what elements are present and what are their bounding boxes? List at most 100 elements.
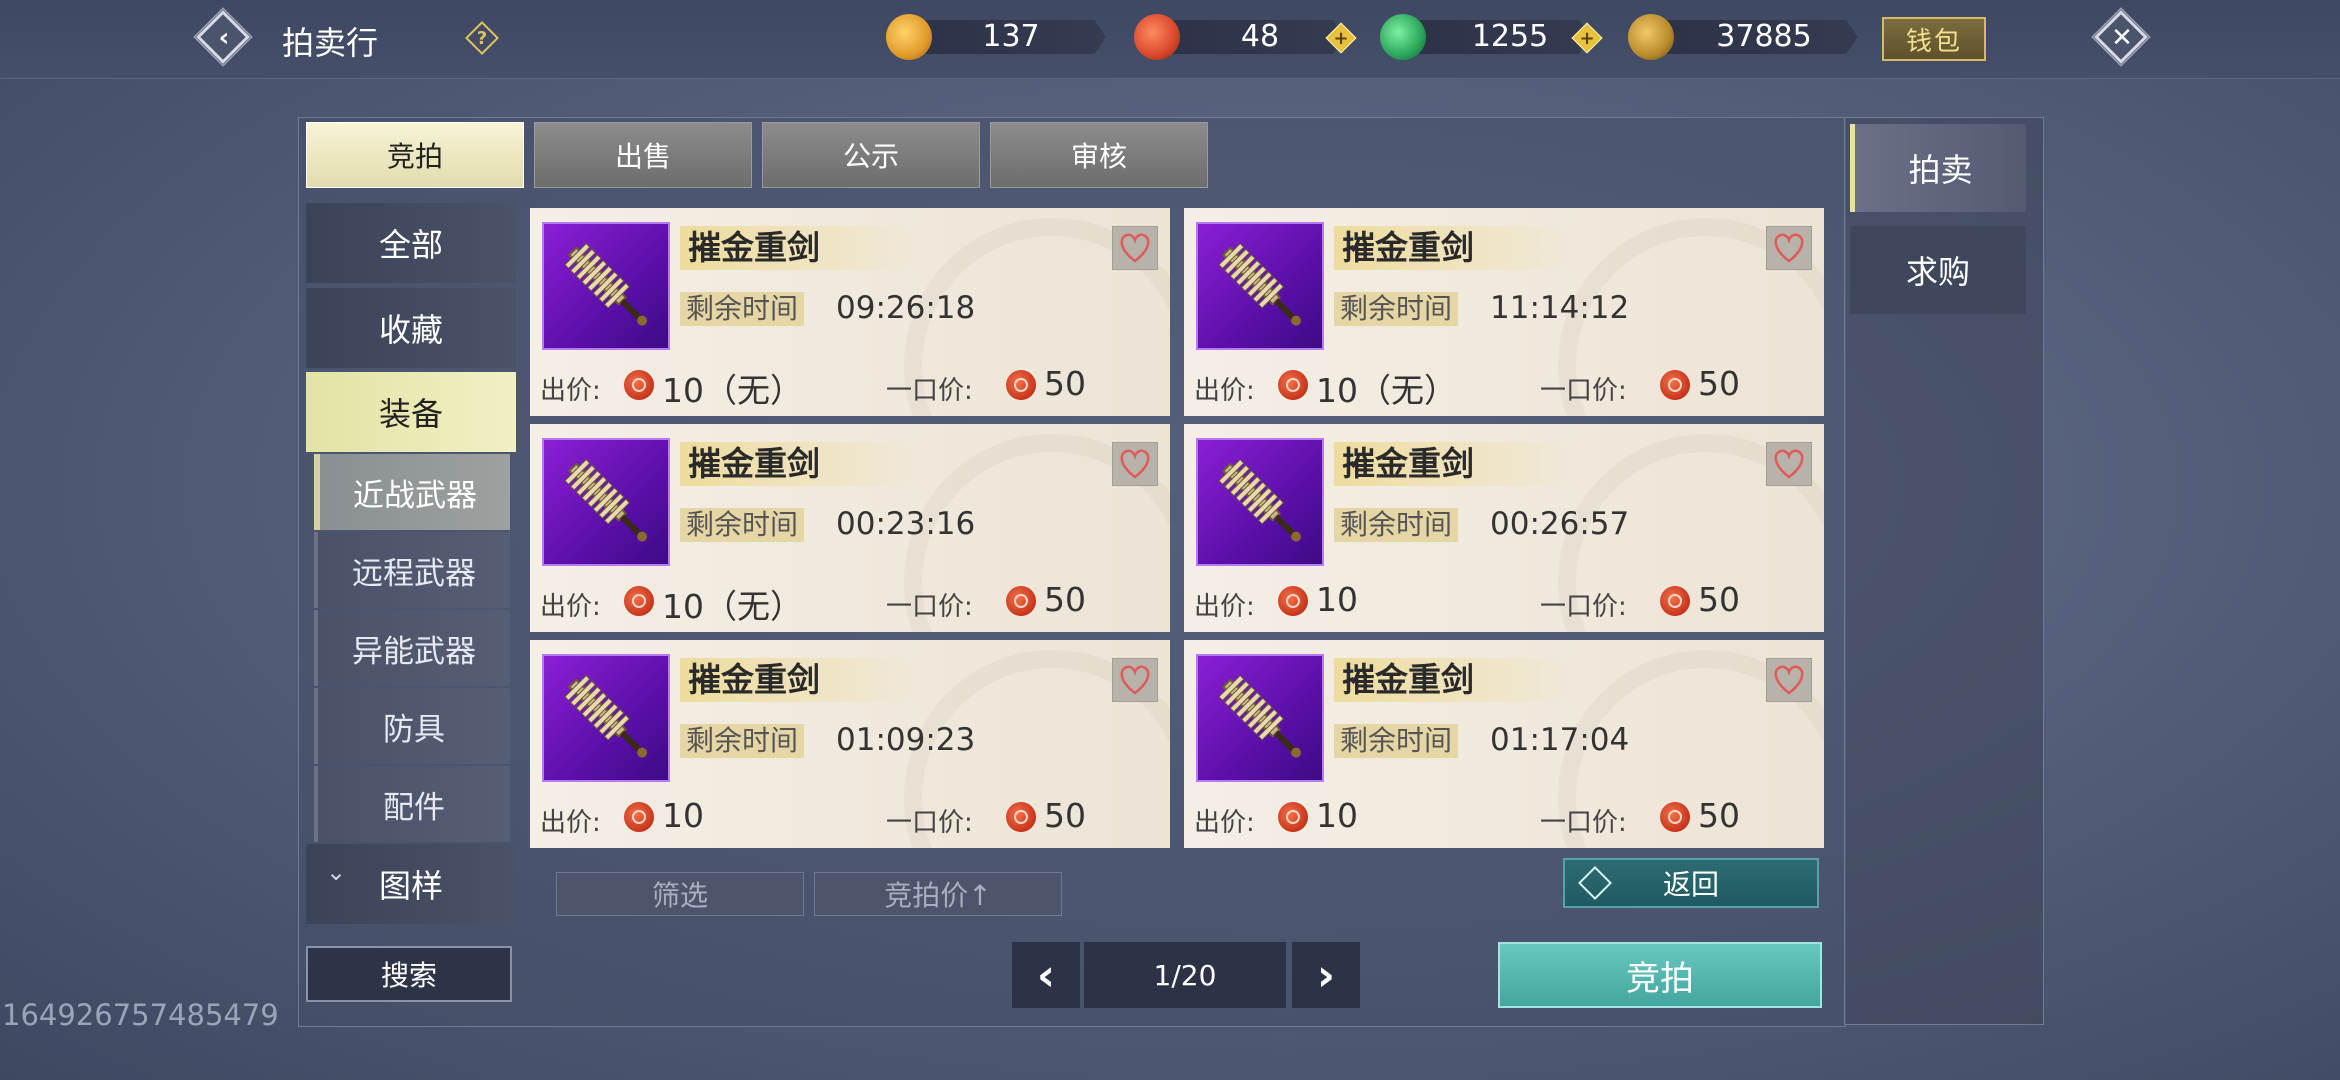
item-card[interactable]: 摧金重剑 剩余时间 00:26:57 出价: 10 一口价: 50 [1184, 424, 1824, 632]
favorite-heart-icon[interactable] [1112, 658, 1158, 702]
red-coin-icon [1660, 802, 1690, 832]
time-remaining-label: 剩余时间 [680, 724, 805, 758]
currency-jade: 1255 + [1380, 14, 1612, 60]
subcategory-ranged[interactable]: 远程武器 [314, 532, 510, 608]
return-button[interactable]: 返回 [1563, 858, 1819, 908]
bid-price-label: 出价: [1194, 808, 1255, 838]
favorite-heart-icon[interactable] [1112, 226, 1158, 270]
item-card[interactable]: 摧金重剑 剩余时间 01:09:23 出价: 10 一口价: 50 [530, 640, 1170, 848]
subcategory-armor[interactable]: 防具 [314, 688, 510, 764]
buyout-price-value: 50 [1698, 796, 1740, 835]
bid-price-value: 10 [1316, 796, 1358, 835]
time-remaining-label: 剩余时间 [1334, 724, 1459, 758]
time-remaining-value: 00:23:16 [836, 506, 976, 542]
tab-sell[interactable]: 出售 [534, 122, 752, 188]
red-coin-icon [1006, 802, 1036, 832]
sort-bid-price-button[interactable]: 竞拍价↑ [814, 872, 1062, 916]
red-coin-icon [1278, 586, 1308, 616]
item-name: 摧金重剑 [1334, 658, 1574, 702]
copper-coin-icon [1628, 14, 1674, 60]
buyout-price-value: 50 [1044, 364, 1086, 403]
currency-copper-value: 37885 [1716, 19, 1812, 54]
wallet-button[interactable]: 钱包 [1882, 17, 1986, 61]
red-coin-icon [1278, 802, 1308, 832]
time-remaining-value: 01:17:04 [1490, 722, 1630, 758]
red-coin-icon [1660, 586, 1690, 616]
search-button[interactable]: 搜索 [306, 946, 512, 1002]
chevron-down-icon: ⌄ [326, 858, 347, 886]
bid-price-label: 出价: [1194, 592, 1255, 622]
item-card[interactable]: 摧金重剑 剩余时间 00:23:16 出价: 10（无） 一口价: 50 [530, 424, 1170, 632]
buyout-price-label: 一口价: [886, 376, 973, 406]
currency-red: 48 + [1134, 14, 1364, 60]
item-icon [1196, 438, 1324, 566]
buyout-price-value: 50 [1698, 364, 1740, 403]
currency-gold: 137 [886, 14, 1106, 60]
prev-page-button[interactable]: ‹ [1012, 942, 1080, 1008]
favorite-heart-icon[interactable] [1112, 442, 1158, 486]
return-label: 返回 [1662, 868, 1719, 901]
time-remaining-label: 剩余时间 [1334, 508, 1459, 542]
item-icon [542, 438, 670, 566]
top-bar: ‹ 拍卖行 ? 137 48 + 1255 + 37885 钱包 ✕ [0, 0, 2340, 79]
subcategory-psionic[interactable]: 异能武器 [314, 610, 510, 686]
bid-price-label: 出价: [540, 808, 601, 838]
back-icon[interactable]: ‹ [193, 7, 253, 67]
category-patterns[interactable]: ⌄ 图样 [306, 844, 516, 924]
time-remaining-value: 01:09:23 [836, 722, 976, 758]
currency-copper: 37885 [1628, 14, 1858, 60]
item-name: 摧金重剑 [680, 226, 920, 270]
currency-red-value: 48 [1240, 19, 1280, 54]
category-all[interactable]: 全部 [306, 203, 516, 283]
back-arrow-icon [1578, 866, 1612, 900]
buyout-price-label: 一口价: [886, 808, 973, 838]
favorite-heart-icon[interactable] [1766, 226, 1812, 270]
category-favorites[interactable]: 收藏 [306, 288, 516, 368]
buyout-price-value: 50 [1044, 580, 1086, 619]
favorite-heart-icon[interactable] [1766, 442, 1812, 486]
time-remaining-value: 00:26:57 [1490, 506, 1630, 542]
bid-price-label: 出价: [540, 376, 601, 406]
red-coin-icon [624, 802, 654, 832]
category-equipment[interactable]: 装备 [306, 372, 516, 452]
side-tab-auction[interactable]: 拍卖 [1850, 124, 2026, 212]
buyout-price-value: 50 [1044, 796, 1086, 835]
bid-price-value: 10（无） [662, 587, 803, 626]
tab-bid[interactable]: 竞拍 [306, 122, 524, 188]
item-icon [542, 654, 670, 782]
red-coin-icon [624, 370, 654, 400]
red-coin-icon [1278, 370, 1308, 400]
subcategory-accessory[interactable]: 配件 [314, 766, 510, 842]
buyout-price-label: 一口价: [1540, 808, 1627, 838]
item-icon [542, 222, 670, 350]
next-page-button[interactable]: › [1292, 942, 1360, 1008]
time-remaining-label: 剩余时间 [680, 292, 805, 326]
favorite-heart-icon[interactable] [1766, 658, 1812, 702]
bid-price-value: 10（无） [1316, 371, 1457, 410]
buyout-price-label: 一口价: [1540, 376, 1627, 406]
help-icon[interactable]: ? [465, 21, 499, 55]
close-icon[interactable]: ✕ [2091, 7, 2151, 67]
bid-price-label: 出价: [540, 592, 601, 622]
red-coin-icon [624, 586, 654, 616]
bid-button[interactable]: 竞拍 [1498, 942, 1822, 1008]
bid-price-value: 10 [1316, 580, 1358, 619]
item-icon [1196, 222, 1324, 350]
red-coin-icon [1660, 370, 1690, 400]
item-card[interactable]: 摧金重剑 剩余时间 11:14:12 出价: 10（无） 一口价: 50 [1184, 208, 1824, 416]
item-icon [1196, 654, 1324, 782]
filter-button[interactable]: 筛选 [556, 872, 804, 916]
buyout-price-label: 一口价: [886, 592, 973, 622]
category-patterns-label: 图样 [378, 867, 443, 905]
subcategory-melee[interactable]: 近战武器 [314, 454, 510, 530]
item-card[interactable]: 摧金重剑 剩余时间 09:26:18 出价: 10（无） 一口价: 50 [530, 208, 1170, 416]
red-coin-icon [1006, 586, 1036, 616]
item-name: 摧金重剑 [680, 658, 920, 702]
tab-public[interactable]: 公示 [762, 122, 980, 188]
red-coin-icon [1134, 14, 1180, 60]
item-card[interactable]: 摧金重剑 剩余时间 01:17:04 出价: 10 一口价: 50 [1184, 640, 1824, 848]
side-tab-wanted[interactable]: 求购 [1850, 226, 2026, 314]
time-remaining-label: 剩余时间 [680, 508, 805, 542]
tab-review[interactable]: 审核 [990, 122, 1208, 188]
currency-gold-value: 137 [982, 19, 1040, 54]
